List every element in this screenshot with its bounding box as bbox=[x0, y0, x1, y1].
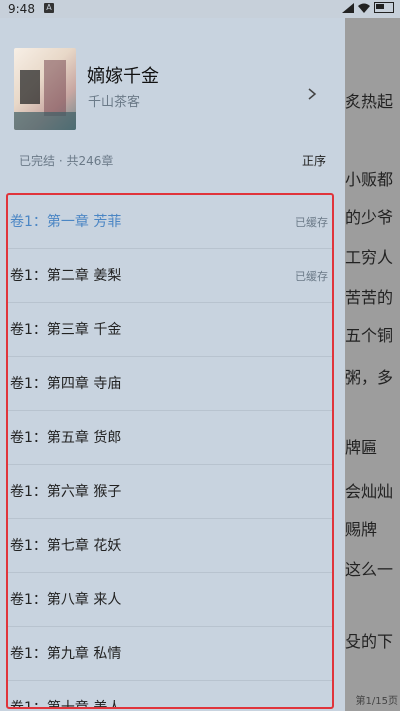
chapter-item[interactable]: 卷1：第五章 货郎 bbox=[8, 411, 332, 465]
reader-line: 的少爷 bbox=[345, 208, 394, 227]
cached-badge: 已缓存 bbox=[295, 216, 328, 229]
chapter-drawer: 嫡嫁千金 千山茶客 已完结 · 共246章 正序 卷1：第一章 芳菲 已缓存 卷… bbox=[0, 18, 345, 711]
reader-line: 殳的下 bbox=[345, 632, 394, 651]
wifi-icon bbox=[358, 3, 370, 13]
reader-line: 牌匾 bbox=[345, 438, 378, 457]
chapter-item[interactable]: 卷1：第四章 寺庙 bbox=[8, 357, 332, 411]
chevron-right-icon[interactable] bbox=[306, 88, 318, 100]
chapter-title: 卷1：第二章 姜梨 bbox=[10, 268, 122, 284]
chapter-title: 卷1：第三章 千金 bbox=[10, 322, 122, 338]
reader-line: 赐牌 bbox=[345, 520, 378, 539]
book-author: 千山茶客 bbox=[88, 95, 141, 110]
book-header[interactable]: 嫡嫁千金 千山茶客 已完结 · 共246章 正序 bbox=[0, 18, 345, 168]
chapter-item[interactable]: 卷1：第六章 猴子 bbox=[8, 465, 332, 519]
sort-order-button[interactable]: 正序 bbox=[302, 152, 326, 169]
reader-line: 这么一 bbox=[345, 560, 394, 579]
chapter-item[interactable]: 卷1：第二章 姜梨 已缓存 bbox=[8, 249, 332, 303]
chapter-item[interactable]: 卷1：第一章 芳菲 已缓存 bbox=[8, 195, 332, 249]
status-bar: 9:48 A bbox=[0, 0, 400, 18]
status-time: 9:48 bbox=[8, 2, 35, 16]
chapter-title: 卷1：第六章 猴子 bbox=[10, 484, 122, 500]
chapter-item[interactable]: 卷1：第十章 美人 bbox=[8, 681, 332, 709]
book-title: 嫡嫁千金 bbox=[87, 66, 159, 87]
reader-line: 小贩都 bbox=[345, 170, 394, 189]
notification-icon: A bbox=[44, 3, 54, 13]
chapter-title: 卷1：第五章 货郎 bbox=[10, 430, 122, 446]
reader-line: 会灿灿 bbox=[345, 482, 394, 501]
reader-background[interactable]: 炙热起 小贩都 的少爷 工穷人 苦苦的 五个铜 粥，多 牌匾 会灿灿 赐牌 这么… bbox=[345, 0, 400, 711]
cached-badge: 已缓存 bbox=[295, 270, 328, 283]
reader-line: 炙热起 bbox=[345, 92, 394, 111]
reader-line: 苦苦的 bbox=[345, 288, 394, 307]
book-status: 已完结 · 共246章 bbox=[19, 154, 114, 168]
reader-line: 工穷人 bbox=[345, 248, 394, 267]
reader-line: 粥，多 bbox=[345, 368, 394, 387]
reader-line: 五个铜 bbox=[345, 326, 394, 345]
chapter-item[interactable]: 卷1：第三章 千金 bbox=[8, 303, 332, 357]
page-indicator: 第1/15页 bbox=[355, 696, 398, 707]
chapter-title: 卷1：第一章 芳菲 bbox=[10, 214, 122, 230]
book-cover bbox=[14, 48, 76, 130]
chapter-item[interactable]: 卷1：第七章 花妖 bbox=[8, 519, 332, 573]
status-icons bbox=[342, 2, 394, 13]
chapter-title: 卷1：第七章 花妖 bbox=[10, 538, 122, 554]
chapter-title: 卷1：第八章 来人 bbox=[10, 592, 122, 608]
chapter-title: 卷1：第四章 寺庙 bbox=[10, 376, 122, 392]
chapter-list[interactable]: 卷1：第一章 芳菲 已缓存 卷1：第二章 姜梨 已缓存 卷1：第三章 千金 卷1… bbox=[6, 193, 334, 709]
signal-icon bbox=[342, 2, 354, 13]
chapter-title: 卷1：第十章 美人 bbox=[10, 700, 122, 709]
chapter-item[interactable]: 卷1：第九章 私情 bbox=[8, 627, 332, 681]
battery-icon bbox=[374, 2, 394, 13]
chapter-item[interactable]: 卷1：第八章 来人 bbox=[8, 573, 332, 627]
chapter-title: 卷1：第九章 私情 bbox=[10, 646, 122, 662]
